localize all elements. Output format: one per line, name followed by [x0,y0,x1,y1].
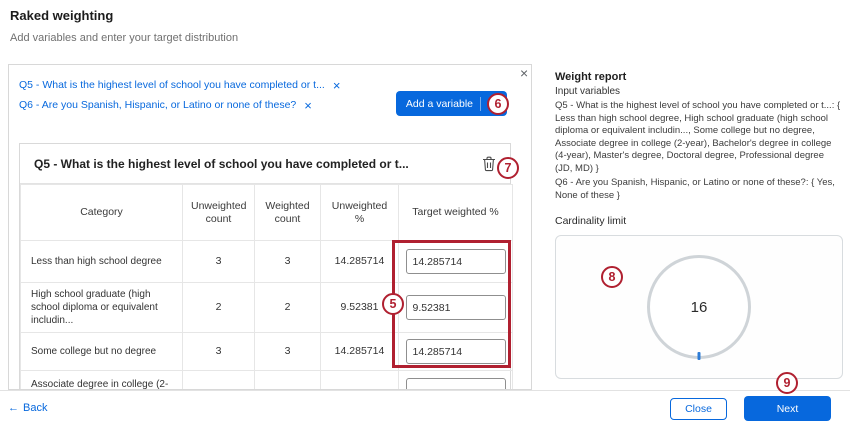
add-variable-label: Add a variable [406,98,473,110]
target-pct-cell [399,283,513,333]
weighted-count-cell: 3 [255,333,321,371]
category-cell: High school graduate (high school diplom… [21,283,183,333]
unweighted-pct-cell [321,371,399,391]
unweighted-count-cell: 2 [183,283,255,333]
variable-q5-link[interactable]: Q5 - What is the highest level of school… [19,79,325,91]
col-header-target-pct: Target weighted % [399,185,513,241]
q6-description: Q6 - Are you Spanish, Hispanic, or Latin… [555,177,843,202]
footer-divider [0,390,850,391]
weighted-count-cell: 3 [255,241,321,283]
col-header-weighted-count: Weighted count [255,185,321,241]
cardinality-value: 16 [691,299,708,316]
table-row: Less than high school degree 3 3 14.2857… [21,241,513,283]
cardinality-gauge: 16 [647,255,751,359]
table-row: High school graduate (high school diplom… [21,283,513,333]
page-subtitle: Add variables and enter your target dist… [10,32,238,44]
cardinality-limit-label: Cardinality limit [555,215,843,228]
q5-distribution-card: Q5 - What is the highest level of school… [19,143,511,390]
target-pct-cell [399,371,513,391]
cardinality-card: 16 [555,235,843,379]
raked-weighting-page: Raked weighting Add variables and enter … [0,0,850,425]
target-weighted-input[interactable] [406,339,506,364]
distribution-table: Category Unweighted count Weighted count… [20,184,513,390]
target-weighted-input[interactable] [406,378,506,390]
weighted-count-cell: 2 [255,283,321,333]
back-link[interactable]: ← Back [8,402,47,414]
q5-description: Q5 - What is the highest level of school… [555,100,843,175]
table-header-row: Category Unweighted count Weighted count… [21,185,513,241]
input-variables-label: Input variables [555,85,843,98]
target-pct-cell [399,333,513,371]
table-card-header: Q5 - What is the highest level of school… [20,144,510,184]
category-cell: Some college but no degree [21,333,183,371]
gauge-tick [698,352,701,360]
variable-q6-link[interactable]: Q6 - Are you Spanish, Hispanic, or Latin… [19,99,296,111]
chevron-down-icon [480,97,497,111]
weight-report-title: Weight report [555,70,843,84]
remove-variable-icon[interactable]: × [304,99,312,112]
variable-chip-q5: Q5 - What is the highest level of school… [19,75,340,95]
target-pct-cell [399,241,513,283]
category-cell: Associate degree in college (2-year) [21,371,183,391]
weight-report-panel: Weight report Input variables Q5 - What … [555,70,843,379]
add-variable-button[interactable]: Add a variable [396,91,507,116]
back-label: Back [23,402,47,414]
close-button[interactable]: Close [670,398,727,420]
next-button[interactable]: Next [744,396,831,421]
page-title: Raked weighting [10,8,113,23]
unweighted-count-cell: 3 [183,333,255,371]
unweighted-pct-cell: 14.285714 [321,333,399,371]
table-card-title: Q5 - What is the highest level of school… [34,157,409,171]
unweighted-pct-cell: 9.52381 [321,283,399,333]
close-report-icon[interactable]: × [520,66,528,80]
col-header-unweighted-pct: Unweighted % [321,185,399,241]
weighted-count-cell [255,371,321,391]
table-row: Associate degree in college (2-year) [21,371,513,391]
category-cell: Less than high school degree [21,241,183,283]
variable-list: Q5 - What is the highest level of school… [19,75,340,115]
trash-icon[interactable] [482,156,496,172]
unweighted-count-cell: 3 [183,241,255,283]
variable-chip-q6: Q6 - Are you Spanish, Hispanic, or Latin… [19,95,340,115]
remove-variable-icon[interactable]: × [333,79,341,92]
target-weighted-input[interactable] [406,249,506,274]
unweighted-count-cell [183,371,255,391]
table-row: Some college but no degree 3 3 14.285714 [21,333,513,371]
target-weighted-input[interactable] [406,295,506,320]
weighting-setup-panel: Q5 - What is the highest level of school… [8,64,532,390]
unweighted-pct-cell: 14.285714 [321,241,399,283]
col-header-unweighted-count: Unweighted count [183,185,255,241]
back-arrow-icon: ← [8,402,19,414]
col-header-category: Category [21,185,183,241]
